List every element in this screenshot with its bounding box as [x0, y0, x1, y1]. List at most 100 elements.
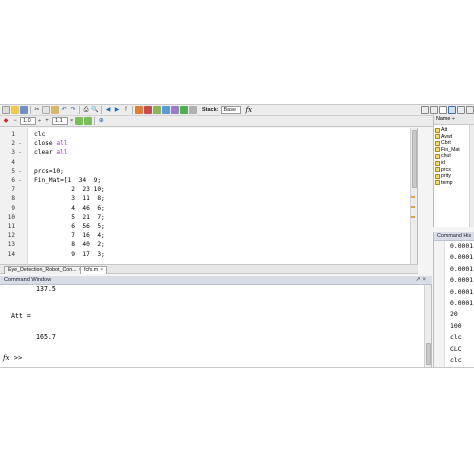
cell-value-field-1[interactable]: 1.0	[20, 117, 36, 125]
editor-scrollbar-thumb[interactable]	[412, 130, 417, 188]
history-item[interactable]: 0.0001	[450, 253, 473, 261]
cell-icon[interactable]: ◆	[2, 117, 10, 125]
increment-icon[interactable]: +	[43, 117, 51, 125]
history-item[interactable]: clc	[450, 333, 462, 341]
history-item[interactable]: 20	[450, 310, 458, 318]
stack-select[interactable]: Base	[220, 106, 241, 114]
line-number: 5	[11, 167, 15, 175]
redo-icon[interactable]: ↷	[69, 106, 77, 114]
breakpoint-dash[interactable]: -	[18, 177, 22, 184]
editor-tab-bar: Eye_Detection_Robot_Con...× fcfs.m×	[0, 264, 418, 274]
set-breakpoint-icon[interactable]	[135, 106, 143, 114]
main-toolbar: ✂ ↶ ↷ ⎙ 🔍 ◀ ▶ f Stack: Base fx	[0, 105, 474, 116]
layout-tile-icon[interactable]	[421, 106, 429, 114]
code-line[interactable]: 2 23 10;	[34, 186, 105, 193]
workspace-variable[interactable]: prcs	[435, 167, 451, 173]
code-line[interactable]: 5 21 7;	[34, 214, 105, 221]
workspace-header[interactable]: Name ÷	[434, 115, 474, 125]
history-item[interactable]: 0.0001	[450, 265, 473, 273]
print-icon[interactable]: ⎙	[82, 106, 90, 114]
history-item[interactable]: 0.0001	[450, 276, 473, 284]
tab-eye-detection[interactable]: Eye_Detection_Robot_Con...×	[4, 266, 86, 274]
warning-marker[interactable]	[411, 206, 415, 208]
close-icon[interactable]: ×	[422, 277, 428, 283]
variable-name: Cbrt	[441, 140, 451, 147]
undo-icon[interactable]: ↶	[60, 106, 68, 114]
tab-fcfs[interactable]: fcfs.m ×	[80, 266, 108, 274]
code-line[interactable]: 6 56 5;	[34, 223, 105, 230]
warning-marker[interactable]	[411, 196, 415, 198]
paste-icon[interactable]	[51, 106, 59, 114]
workspace-variable[interactable]: Fin_Mat	[435, 147, 460, 153]
close-icon[interactable]: ×	[100, 267, 103, 273]
code-line[interactable]: close all	[34, 140, 68, 147]
panel-controls[interactable]: ↗×	[415, 276, 428, 284]
open-folder-icon[interactable]	[11, 106, 19, 114]
code-line[interactable]: 4 46 6;	[34, 205, 105, 212]
history-item[interactable]: 0.0001	[450, 242, 473, 250]
step-icon[interactable]	[153, 106, 161, 114]
code-line[interactable]: 8 40 2;	[34, 241, 105, 248]
zoom-icon[interactable]: ⊕	[97, 117, 105, 125]
cell-value-field-2[interactable]: 1.1	[52, 117, 69, 125]
new-file-icon[interactable]	[2, 106, 10, 114]
layout-cascade-icon[interactable]	[457, 106, 465, 114]
run-icon[interactable]	[180, 106, 188, 114]
workspace-variable[interactable]: id	[435, 160, 445, 166]
breakpoint-dash[interactable]: -	[18, 140, 22, 147]
layout-minimize-icon[interactable]	[466, 106, 474, 114]
eval-cell-icon[interactable]	[75, 117, 84, 125]
history-item[interactable]: clc	[450, 356, 462, 364]
eval-advance-icon[interactable]	[84, 117, 93, 125]
history-item[interactable]: 0.0001	[450, 299, 473, 307]
command-window-scrollbar-thumb[interactable]	[426, 343, 431, 365]
workspace-variable[interactable]: prity	[435, 173, 451, 179]
go-back-icon[interactable]: ◀	[104, 106, 112, 114]
workspace-variable[interactable]: chut	[435, 153, 451, 159]
command-window[interactable]: Command Window ↗× 137.5 Att = 165.7 fx >…	[0, 276, 432, 367]
line-number: 8	[11, 195, 15, 203]
code-line[interactable]: clear all	[34, 149, 68, 156]
save-icon[interactable]	[20, 106, 28, 114]
cut-icon[interactable]: ✂	[33, 106, 41, 114]
history-item[interactable]: CLC	[450, 345, 462, 353]
breakpoint-dash[interactable]: -	[18, 149, 22, 156]
code-token: 3 11 8;	[34, 195, 105, 203]
warning-marker[interactable]	[411, 216, 415, 218]
history-item[interactable]: 100	[450, 322, 462, 330]
layout-split-icon[interactable]	[430, 106, 438, 114]
step-in-icon[interactable]	[162, 106, 170, 114]
layout-maximize-icon[interactable]	[448, 106, 456, 114]
workspace-scrollbar[interactable]	[469, 125, 474, 227]
decrement-icon[interactable]: −	[11, 117, 19, 125]
exit-debug-icon[interactable]	[189, 106, 197, 114]
code-line[interactable]: Fin_Mat=[1 34 9;	[34, 177, 101, 184]
code-line[interactable]: prcs=10;	[34, 168, 64, 175]
history-item[interactable]: 0.0001	[450, 288, 473, 296]
code-line[interactable]: clc	[34, 131, 45, 138]
workspace-variable[interactable]: Cbrt	[435, 140, 451, 146]
go-forward-icon[interactable]: ▶	[113, 106, 121, 114]
line-number: 4	[11, 158, 15, 166]
copy-icon[interactable]	[42, 106, 50, 114]
breakpoint-dash[interactable]: -	[18, 168, 22, 175]
code-line[interactable]: 7 16 4;	[34, 232, 105, 239]
clear-breakpoints-icon[interactable]	[144, 106, 152, 114]
code-line[interactable]: 3 11 8;	[34, 195, 105, 202]
workspace-variable[interactable]: temp	[435, 180, 453, 186]
command-window-scrollbar[interactable]	[424, 285, 431, 367]
layout-float-icon[interactable]	[439, 106, 447, 114]
code-line[interactable]: 9 17 3;	[34, 251, 105, 258]
find-icon[interactable]: 🔍	[91, 106, 99, 114]
command-prompt[interactable]: fx >>	[3, 354, 22, 362]
workspace-panel: Name ÷ Att Avwt Cbrt Fin_Mat chut id prcs prity…	[433, 115, 474, 227]
workspace-variable[interactable]: Avwt	[435, 134, 452, 140]
workspace-variable[interactable]: Att	[435, 127, 447, 133]
code-token: clear	[34, 149, 57, 157]
editor-scrollbar[interactable]	[410, 128, 417, 264]
step-out-icon[interactable]	[171, 106, 179, 114]
editor-pane[interactable]: 1 2-3-4 5-6-7 8 9 10 11 12 13 14 clc close all clea…	[0, 128, 418, 264]
fx-function-icon[interactable]: f	[122, 106, 130, 114]
command-history-panel: Command His 0.0001 0.0001 0.0001 0.0001 0.00…	[433, 232, 474, 367]
variable-name: chut	[441, 153, 451, 160]
